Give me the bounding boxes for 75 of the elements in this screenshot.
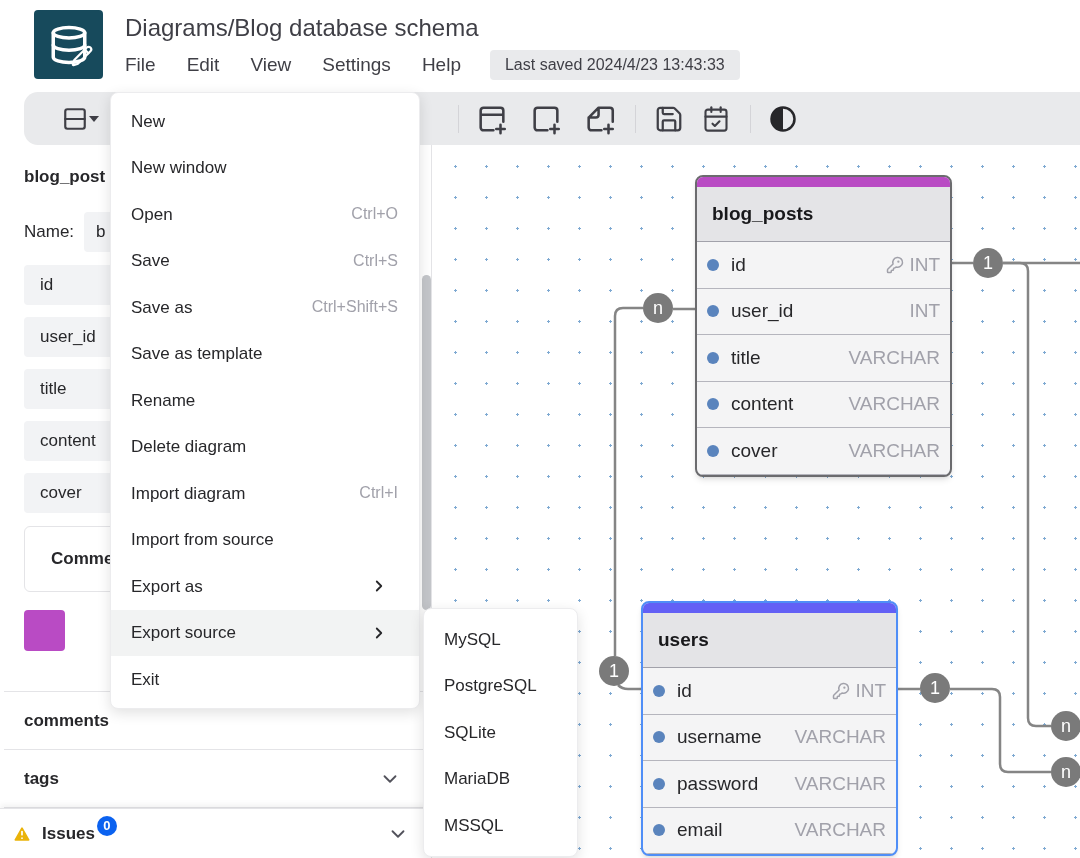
shortcut-label: Ctrl+Shift+S <box>311 297 398 318</box>
name-label: Name: <box>24 220 75 243</box>
field-type: VARCHAR <box>848 345 940 370</box>
field-type: VARCHAR <box>794 818 886 842</box>
field-name: user_id <box>731 299 794 324</box>
field-name: username <box>677 725 762 749</box>
field-type: INT <box>909 299 940 323</box>
field-type: INT <box>855 678 886 703</box>
cardinality-badge: n <box>643 293 673 323</box>
table-name: users <box>658 627 709 652</box>
menu-item[interactable]: Export source <box>111 609 419 656</box>
menu-bar-item[interactable]: File <box>125 50 156 80</box>
field-name: cover <box>731 438 778 463</box>
issues-count-badge: 0 <box>96 815 117 836</box>
field-type: VARCHAR <box>848 438 940 463</box>
table-node[interactable]: blog_posts id INT user_id INT title VARCHAR content VARCHAR cover VARCHAR <box>695 175 952 477</box>
table-accordion-label[interactable]: tags <box>24 765 59 792</box>
caret-icon[interactable] <box>88 114 100 123</box>
field-name: title <box>731 345 761 370</box>
menu-item[interactable]: Import diagram Ctrl+I <box>111 470 419 517</box>
table-heading: blog_post <box>24 166 106 188</box>
menu-item[interactable]: Export as <box>111 563 419 610</box>
field-row[interactable]: id INT <box>697 242 950 289</box>
menu-bar-item[interactable]: View <box>250 50 292 80</box>
menu-bar-item[interactable]: Help <box>421 50 461 80</box>
table-node[interactable]: users id INT username VARCHAR password VARCHAR email VARCHAR <box>641 601 898 856</box>
key-icon <box>832 681 851 700</box>
cardinality-badge: 1 <box>920 673 950 703</box>
cardinality-badge: 1 <box>973 248 1003 278</box>
shortcut-label: Ctrl+S <box>353 250 398 271</box>
cardinality-badge: 1 <box>599 656 629 686</box>
field-type: VARCHAR <box>794 771 886 796</box>
key-icon <box>886 255 905 274</box>
last-saved-label: Last saved 2024/4/23 13:43:33 <box>489 50 740 80</box>
layout-dropdown[interactable] <box>62 105 100 132</box>
shortcut-label: Ctrl+I <box>359 483 398 504</box>
field-row[interactable]: title VARCHAR <box>697 335 950 382</box>
field-row[interactable]: cover VARCHAR <box>697 428 950 475</box>
menu-item[interactable]: New <box>111 98 419 145</box>
menu-item[interactable]: Save as Ctrl+Shift+S <box>111 284 419 331</box>
color-swatch[interactable] <box>24 609 65 651</box>
shortcut-label: Ctrl+O <box>351 204 398 225</box>
field-type: VARCHAR <box>794 725 886 749</box>
field-type: INT <box>909 252 940 277</box>
menu-item[interactable]: New window <box>111 144 419 191</box>
menu-item[interactable]: Delete diagram <box>111 423 419 470</box>
cardinality-badge: n <box>1051 757 1080 787</box>
field-name: content <box>731 392 794 416</box>
field-type: VARCHAR <box>848 392 940 416</box>
scrollbar-thumb[interactable] <box>422 275 431 610</box>
cardinality-badge: n <box>1051 711 1080 741</box>
field-name: id <box>731 252 746 277</box>
menu-bar-item[interactable]: Settings <box>322 50 391 80</box>
menu-item[interactable]: Rename <box>111 377 419 424</box>
field-row[interactable]: content VARCHAR <box>697 381 950 428</box>
field-row[interactable]: password VARCHAR <box>643 761 896 808</box>
menu-item[interactable]: Import from source <box>111 516 419 563</box>
app-logo <box>34 10 103 79</box>
field-name: email <box>677 818 723 842</box>
field-row[interactable]: username VARCHAR <box>643 714 896 761</box>
menu-item[interactable]: Save Ctrl+S <box>111 237 419 284</box>
field-name: password <box>677 771 759 796</box>
field-row[interactable]: user_id INT <box>697 288 950 335</box>
field-name: id <box>677 678 692 703</box>
issues-label: Issues <box>42 822 95 845</box>
menu-item[interactable]: Open Ctrl+O <box>111 191 419 238</box>
table-accordion-label[interactable]: comments <box>24 707 110 734</box>
menu-bar-item[interactable]: Edit <box>186 50 220 80</box>
menu-item[interactable]: Save as template <box>111 330 419 377</box>
field-row[interactable]: email VARCHAR <box>643 807 896 854</box>
table-name: blog_posts <box>712 201 814 226</box>
diagram-title: Diagrams/Blog database schema <box>125 13 480 43</box>
calendar-check-icon[interactable] <box>702 104 730 133</box>
field-row[interactable]: id INT <box>643 668 896 715</box>
theme-icon[interactable] <box>769 104 797 133</box>
